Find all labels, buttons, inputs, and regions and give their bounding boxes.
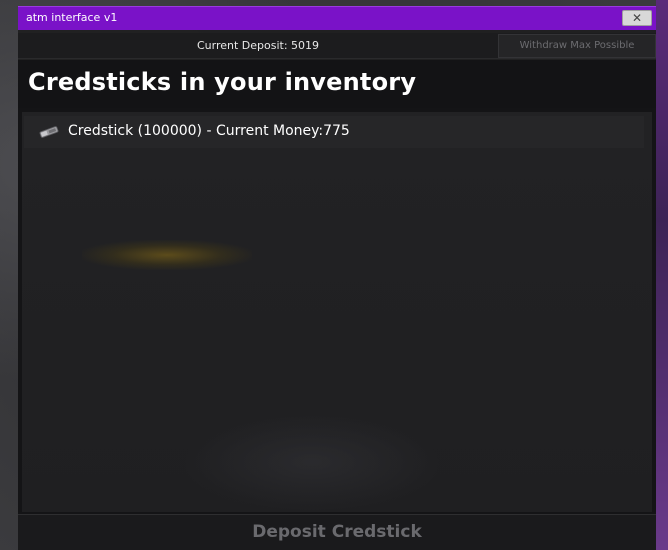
credstick-icon	[39, 126, 59, 138]
withdraw-max-button[interactable]: Withdraw Max Possible	[498, 34, 656, 58]
background-edge	[656, 0, 668, 550]
background-shape	[182, 412, 442, 512]
page-title: Credsticks in your inventory	[28, 68, 417, 96]
credstick-list: Credstick (100000) - Current Money:775	[22, 112, 652, 512]
deposit-credstick-button[interactable]: Deposit Credstick	[18, 514, 656, 550]
content-panel: Credsticks in your inventory Credstick (…	[18, 60, 656, 514]
window-title: atm interface v1	[26, 11, 118, 24]
heading-bar: Credsticks in your inventory	[18, 60, 656, 108]
atm-window: atm interface v1 ✕ Current Deposit: 5019…	[18, 6, 656, 550]
close-button[interactable]: ✕	[622, 10, 652, 26]
background-glow	[82, 240, 252, 270]
window-titlebar[interactable]: atm interface v1 ✕	[18, 6, 656, 30]
close-icon[interactable]: ✕	[623, 11, 651, 25]
current-deposit-label: Current Deposit: 5019	[196, 39, 320, 52]
list-item[interactable]: Credstick (100000) - Current Money:775	[24, 116, 644, 148]
info-bar: Current Deposit: 5019 Withdraw Max Possi…	[18, 33, 656, 59]
credstick-item-label: Credstick (100000) - Current Money:775	[68, 123, 350, 139]
